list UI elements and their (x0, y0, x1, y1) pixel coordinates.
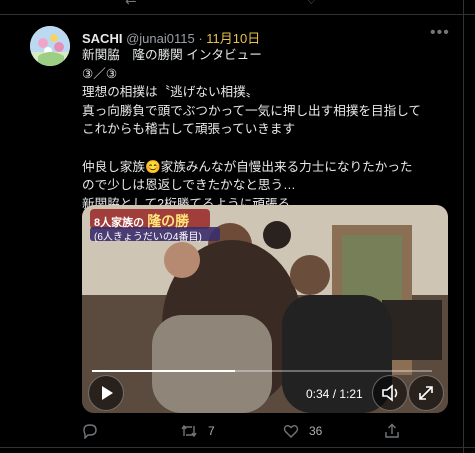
previous-tweet-actions: ⇄ ♡ (0, 0, 475, 20)
tweet-header: SACHI @junai0115 · 11月10日 (82, 28, 260, 47)
column-border (463, 0, 464, 453)
video-progress-fill (92, 370, 235, 372)
volume-icon[interactable] (372, 375, 408, 411)
author-name[interactable]: SACHI (82, 31, 122, 46)
tweet-actions: 7 36 (0, 423, 475, 443)
video-overlay-kanji: 隆の勝 (147, 213, 190, 229)
share-button[interactable] (384, 423, 400, 439)
video-progress-bar[interactable] (92, 370, 432, 372)
fullscreen-icon[interactable] (408, 375, 444, 411)
tweet-text: 新関脇 隆の勝関 インタビュー ③／③ 理想の相撲は〝逃げない相撲〟 真っ向勝負… (82, 48, 422, 211)
like-icon (283, 425, 299, 438)
retweet-icon[interactable]: ⇄ (125, 0, 137, 8)
separator-dot: · (198, 31, 203, 46)
like-icon[interactable]: ♡ (305, 0, 318, 8)
share-icon (385, 423, 399, 438)
retweet-count: 7 (208, 424, 215, 438)
like-button[interactable]: 36 (283, 423, 322, 439)
retweet-icon (181, 424, 197, 438)
divider (0, 14, 475, 15)
play-icon[interactable] (88, 375, 124, 411)
more-dots-icon[interactable]: ••• (430, 24, 450, 42)
author-handle[interactable]: @junai0115 (126, 31, 195, 46)
avatar[interactable] (30, 26, 70, 66)
like-count: 36 (309, 424, 323, 438)
reply-icon (83, 424, 97, 439)
reply-button[interactable] (82, 423, 98, 439)
video-player[interactable]: 8人家族の 隆の勝 (6人きょうだいの4番目) 0:34 / 1:21 (82, 205, 448, 413)
tweet-date[interactable]: 11月10日 (206, 31, 260, 46)
retweet-button[interactable]: 7 (180, 423, 215, 439)
divider (0, 447, 475, 448)
video-overlay-subtitle: (6人きょうだいの4番目) (94, 232, 202, 243)
video-time: 0:34 / 1:21 (306, 387, 363, 401)
